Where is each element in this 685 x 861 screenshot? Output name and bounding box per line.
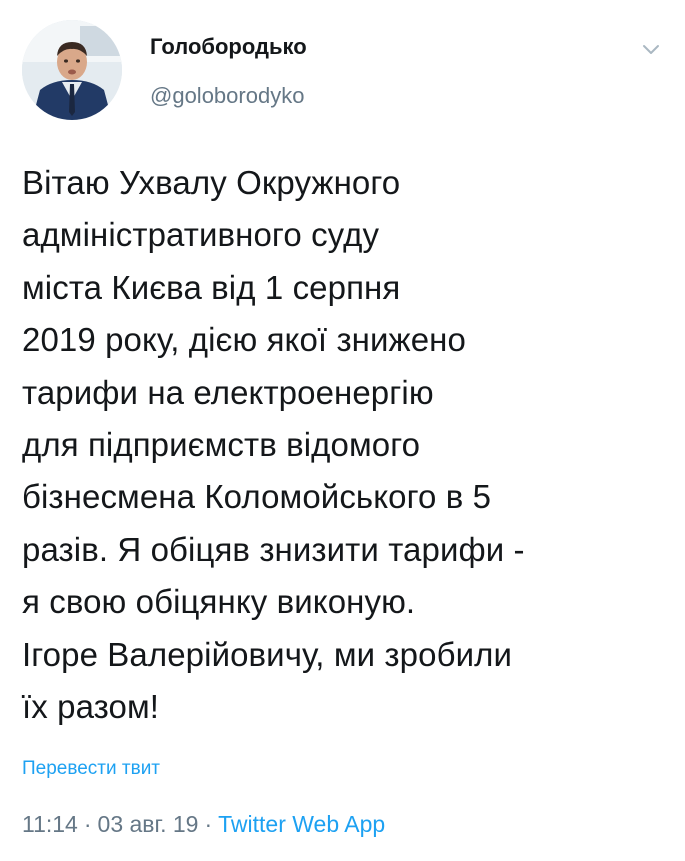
tweet-text: Вітаю Ухвалу Окружного адміністративного… [22, 157, 662, 733]
tweet-time[interactable]: 11:14 [22, 811, 78, 837]
tweet-text-line: я свою обіцянку виконую. [22, 583, 416, 621]
tweet-text-line: їх разом! [22, 688, 160, 726]
tweet-text-line: 2019 року, дією якої знижено [22, 321, 466, 359]
meta-separator: · [204, 811, 213, 837]
author-name[interactable]: Голобородько [150, 34, 307, 60]
tweet-card: Голобородько @goloborodyko Вітаю Ухвалу … [0, 0, 685, 861]
tweet-text-line: Ігоре Валерійовичу, ми зробили [22, 635, 512, 673]
tweet-text-line: для підприємств відомого [22, 426, 421, 464]
avatar-image [22, 20, 122, 120]
translate-tweet-link[interactable]: Перевести твит [22, 758, 160, 780]
tweet-text-line: тарифи на електроенергію [22, 373, 434, 411]
avatar[interactable] [22, 20, 122, 120]
tweet-text-line: Вітаю Ухвалу Окружного [22, 164, 401, 201]
chevron-down-icon[interactable] [639, 38, 663, 62]
tweet-meta: 11:14 · 03 авг. 19 · Twitter Web App [22, 811, 385, 838]
tweet-source-link[interactable]: Twitter Web App [218, 811, 385, 837]
author-handle[interactable]: @goloborodyko [150, 83, 304, 109]
tweet-header: Голобородько @goloborodyko [22, 20, 667, 120]
tweet-text-line: адміністративного суду [22, 216, 380, 254]
tweet-text-line: міста Києва від 1 серпня [22, 268, 401, 306]
meta-separator: · [83, 811, 92, 837]
tweet-text-line: разів. Я обіцяв знизити тарифи - [22, 530, 525, 568]
tweet-text-line: бізнесмена Коломойського в 5 [22, 478, 492, 516]
tweet-date[interactable]: 03 авг. 19 [98, 811, 199, 837]
